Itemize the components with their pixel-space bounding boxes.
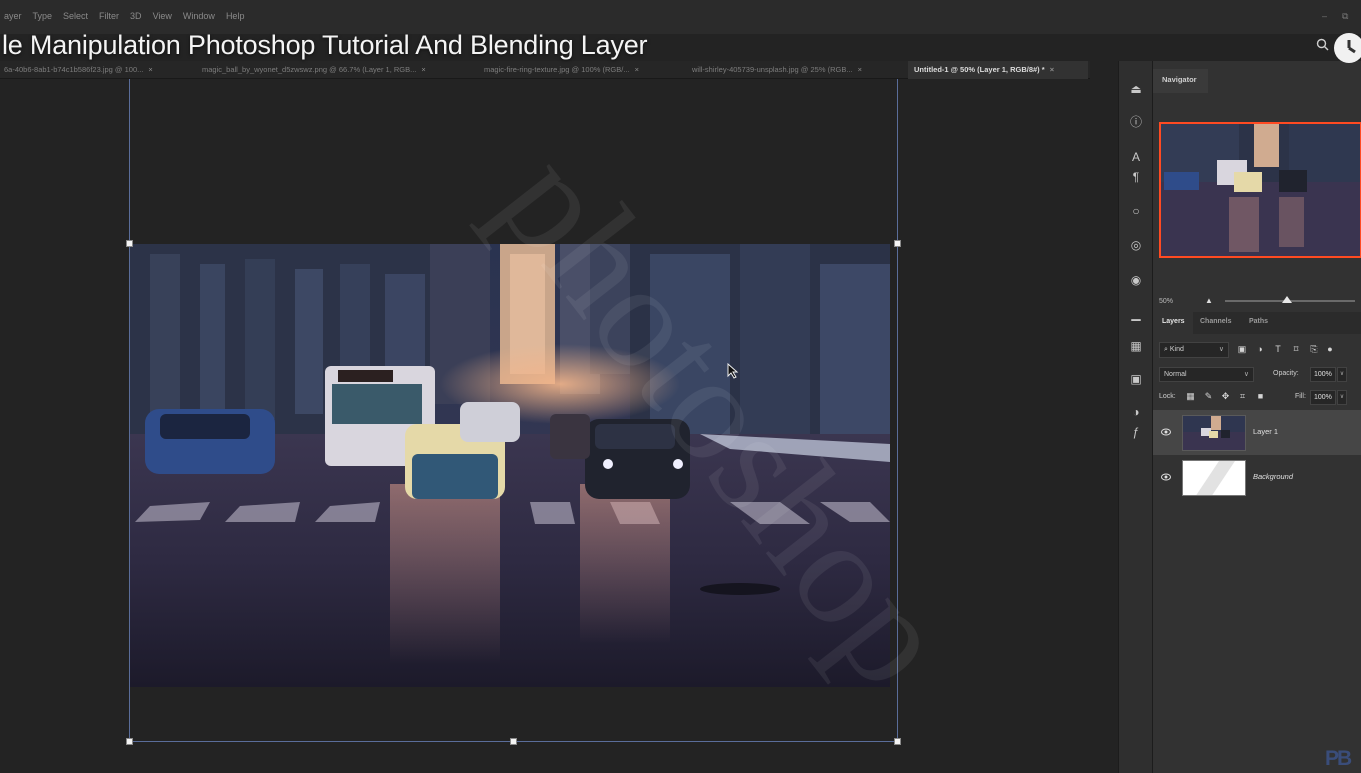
eye-icon[interactable] (1161, 472, 1171, 482)
styles-icon[interactable]: ƒ (1128, 424, 1144, 440)
tab-label: Untitled-1 @ 50% (Layer 1, RGB/8#) * (914, 65, 1045, 74)
menu-3d[interactable]: 3D (130, 11, 142, 21)
search-icon[interactable] (1316, 38, 1329, 51)
layer-row-layer-1[interactable]: Layer 1 (1153, 410, 1361, 455)
close-icon[interactable]: × (635, 65, 639, 74)
close-icon[interactable]: × (1050, 65, 1054, 74)
tab-navigator[interactable]: Navigator (1153, 69, 1208, 93)
zoom-out-icon[interactable]: ▲ (1205, 296, 1213, 305)
history-icon[interactable]: ⏏ (1128, 81, 1144, 97)
menu-select[interactable]: Select (63, 11, 88, 21)
lock-position-icon[interactable]: ✥ (1220, 391, 1231, 402)
layer-name[interactable]: Layer 1 (1253, 427, 1278, 436)
eye-icon[interactable] (1161, 427, 1171, 437)
smart-object-filter-icon[interactable]: ⎘ (1309, 344, 1319, 354)
paragraph-icon[interactable]: ¶ (1128, 169, 1144, 185)
chevron-down-icon: ∨ (1243, 371, 1249, 378)
menu-help[interactable]: Help (226, 11, 245, 21)
pixel-filter-icon[interactable]: ▣ (1237, 344, 1247, 354)
tab-doc-1[interactable]: 6a-40b6-8ab1-b74c1b586f23.jpg @ 100... × (4, 61, 153, 79)
zoom-slider-thumb[interactable] (1282, 296, 1293, 303)
tab-doc-active[interactable]: Untitled-1 @ 50% (Layer 1, RGB/8#) * × (908, 61, 1088, 79)
video-title: le Manipulation Photoshop Tutorial And B… (2, 30, 648, 60)
layer-thumbnail[interactable] (1182, 460, 1246, 496)
filter-kind-label: Kind (1169, 346, 1184, 353)
menu-items: ayer Type Select Filter 3D View Window H… (4, 11, 244, 21)
document-tabs: 6a-40b6-8ab1-b74c1b586f23.jpg @ 100... × … (0, 61, 1090, 79)
transform-handle-bottom-left[interactable] (126, 738, 133, 745)
filter-toggle-icon[interactable]: ● (1325, 344, 1335, 354)
3d-icon[interactable]: ◉ (1128, 272, 1144, 288)
lock-all-icon[interactable]: ■ (1255, 391, 1266, 402)
close-icon[interactable]: × (858, 65, 862, 74)
tab-label: magic-fire-ring-texture.jpg @ 100% (RGB/… (484, 65, 630, 74)
panel-tool-strip: ⏏ ⓘ A ¶ ○ ◎ ◉ ▁ ▦ ▣ ◑ ƒ (1118, 61, 1152, 773)
menu-type[interactable]: Type (33, 11, 53, 21)
layer-row-background[interactable]: Background (1153, 455, 1361, 500)
opacity-label: Opacity: (1273, 370, 1299, 377)
tab-paths[interactable]: Paths (1249, 318, 1268, 325)
transform-edge-right (897, 79, 898, 742)
opacity-field[interactable]: 100% (1310, 367, 1336, 382)
lock-artboard-icon[interactable]: ⌗ (1237, 391, 1248, 402)
tab-label: will-shirley-405739-unsplash.jpg @ 25% (… (692, 65, 853, 74)
adjustment-filter-icon[interactable]: ◑ (1255, 344, 1265, 354)
minimize-icon[interactable]: – (1322, 11, 1327, 21)
tab-doc-3[interactable]: magic-fire-ring-texture.jpg @ 100% (RGB/… (484, 61, 639, 79)
clock-icon[interactable] (1334, 33, 1361, 63)
layer-filter-row: ⌕ Kind ∨ ▣ ◑ T ⌑ ⎘ ● (1159, 342, 1361, 360)
transform-handle-bottom-right[interactable] (894, 738, 901, 745)
tab-label: 6a-40b6-8ab1-b74c1b586f23.jpg @ 100... (4, 65, 144, 74)
cc-libraries-icon[interactable]: ◎ (1128, 237, 1144, 253)
adjustments-icon[interactable]: ◑ (1128, 404, 1144, 420)
tab-channels[interactable]: Channels (1200, 318, 1232, 325)
city-street-photo[interactable] (130, 244, 890, 687)
layers-tab-bar: Layers Channels Paths (1153, 312, 1361, 334)
menu-window[interactable]: Window (183, 11, 215, 21)
close-icon[interactable]: × (421, 65, 425, 74)
filter-kind-select[interactable]: ⌕ Kind ∨ (1159, 342, 1229, 358)
lock-brush-icon[interactable]: ✎ (1203, 391, 1214, 402)
navigator-view-box[interactable] (1159, 122, 1361, 258)
fill-dropdown-icon[interactable]: ∨ (1337, 390, 1347, 405)
layer-thumbnail[interactable] (1182, 415, 1246, 451)
cursor-icon (727, 363, 739, 379)
tab-layers[interactable]: Layers (1162, 318, 1185, 325)
info-icon[interactable]: ⓘ (1128, 114, 1144, 130)
fill-label: Fill: (1295, 393, 1306, 400)
pb-logo: PB (1325, 747, 1352, 770)
menu-bar: ayer Type Select Filter 3D View Window H… (0, 0, 1361, 34)
close-icon[interactable]: × (148, 65, 152, 74)
lock-transparent-icon[interactable]: ▦ (1185, 391, 1196, 402)
photoshop-window: ayer Type Select Filter 3D View Window H… (0, 0, 1361, 773)
tab-doc-4[interactable]: will-shirley-405739-unsplash.jpg @ 25% (… (692, 61, 862, 79)
transform-handle-mid-left[interactable] (126, 240, 133, 247)
transform-edge-left (129, 79, 130, 742)
lock-label: Lock: (1159, 393, 1176, 400)
menu-layer[interactable]: ayer (4, 11, 22, 21)
blend-mode-select[interactable]: Normal ∨ (1159, 367, 1254, 382)
transform-handle-bottom-center[interactable] (510, 738, 517, 745)
lightbulb-icon[interactable]: ○ (1128, 203, 1144, 219)
zoom-percent[interactable]: 50% (1159, 298, 1173, 305)
histogram-icon[interactable]: ▁ (1128, 306, 1144, 322)
blend-mode-label: Normal (1164, 371, 1187, 378)
restore-icon[interactable]: ⧉ (1342, 11, 1348, 22)
chevron-down-icon: ∨ (1218, 346, 1224, 353)
menu-filter[interactable]: Filter (99, 11, 119, 21)
tab-doc-2[interactable]: magic_ball_by_wyonet_d5zwswz.png @ 66.7%… (202, 61, 426, 79)
transform-handle-mid-right[interactable] (894, 240, 901, 247)
fill-field[interactable]: 100% (1310, 390, 1336, 405)
right-panel: Navigator 50% ▲ Layers Channels Paths ⌕ … (1152, 61, 1361, 773)
type-filter-icon[interactable]: T (1273, 344, 1283, 354)
opacity-dropdown-icon[interactable]: ∨ (1337, 367, 1347, 382)
menu-view[interactable]: View (153, 11, 172, 21)
shape-filter-icon[interactable]: ⌑ (1291, 344, 1301, 354)
character-icon[interactable]: A (1128, 149, 1144, 165)
grid-icon[interactable]: ▦ (1128, 338, 1144, 354)
properties-icon[interactable]: ▣ (1128, 371, 1144, 387)
layer-name[interactable]: Background (1253, 472, 1293, 481)
tab-label: magic_ball_by_wyonet_d5zwswz.png @ 66.7%… (202, 65, 417, 74)
